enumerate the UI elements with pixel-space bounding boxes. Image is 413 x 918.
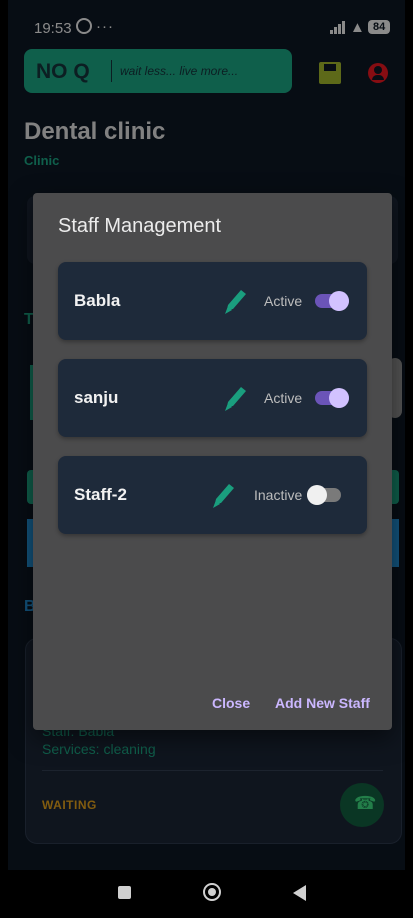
staff-status-label: Inactive [254, 487, 303, 503]
add-new-staff-button[interactable]: Add New Staff [275, 695, 370, 711]
toggle-knob [329, 388, 349, 408]
staff-row: sanju Active [58, 359, 367, 437]
staff-status-label: Active [264, 293, 303, 309]
dialog-title: Staff Management [58, 215, 222, 237]
edit-icon[interactable] [223, 286, 249, 316]
close-button[interactable]: Close [212, 695, 250, 711]
staff-active-toggle[interactable] [315, 388, 349, 408]
edit-icon[interactable] [211, 480, 237, 510]
nav-back-icon[interactable] [293, 885, 306, 901]
staff-name: Staff-2 [74, 485, 127, 504]
staff-row: Staff-2 Inactive [58, 456, 367, 534]
edit-icon[interactable] [223, 383, 249, 413]
staff-status-label: Active [264, 390, 303, 406]
staff-name: Babla [74, 291, 121, 310]
app-screen: 19:53 ··· ▲ 84 NO Q wait less... live mo… [8, 0, 405, 918]
staff-active-toggle[interactable] [315, 291, 349, 311]
toggle-knob [307, 485, 327, 505]
staff-management-dialog: Staff Management Babla Active sanju Acti… [33, 193, 392, 730]
staff-name: sanju [74, 388, 119, 407]
nav-recents-icon[interactable] [118, 886, 131, 899]
staff-active-toggle[interactable] [307, 485, 341, 505]
system-nav-bar [8, 870, 405, 918]
nav-home-icon[interactable] [203, 883, 221, 901]
staff-row: Babla Active [58, 262, 367, 340]
toggle-knob [329, 291, 349, 311]
